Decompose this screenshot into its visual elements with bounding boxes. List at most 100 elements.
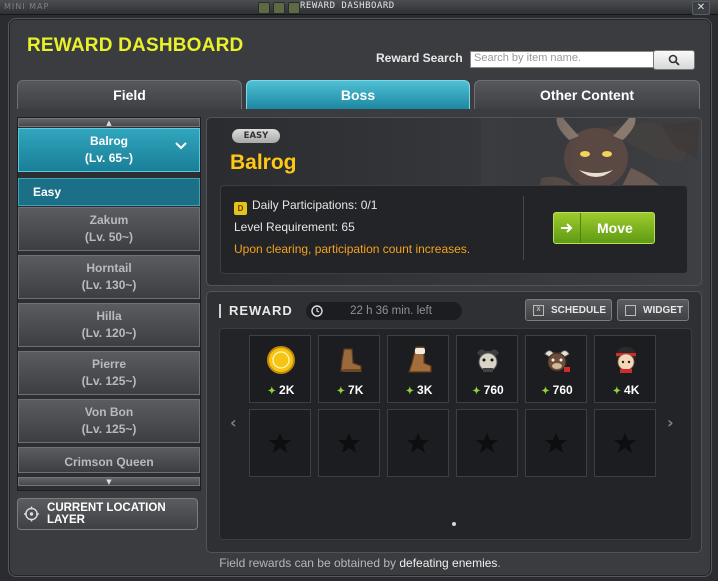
content-tabs: Field Boss Other Content [17,80,703,109]
difficulty-item-easy[interactable]: Easy [18,178,200,206]
boss-name: Pierre [91,357,127,371]
divider [523,196,524,260]
boss-item-crimson-queen[interactable]: Crimson Queen [18,447,200,473]
star-placeholder-icon [476,433,498,453]
reward-title: REWARD [219,304,293,318]
time-left-text: 22 h 36 min. left [350,305,432,317]
star-placeholder-icon [407,433,429,453]
reward-slot[interactable]: ✦ 760 [525,335,587,403]
reward-slot[interactable]: ✦ 760 [456,335,518,403]
widget-label: WIDGET [643,304,683,316]
search-button[interactable] [653,50,695,70]
widget-icon [625,304,636,316]
minimap-label: MINI MAP [4,2,50,11]
boss-list: ▲ Balrog (Lv. 65~) Easy Zakum (Lv. 50~) … [17,117,201,491]
star-placeholder-icon [338,433,360,453]
empty-reward-slot [525,409,587,477]
move-label: Move [597,220,633,236]
prev-page-arrow-icon[interactable]: ‹ [230,413,237,432]
next-page-arrow-icon[interactable]: › [667,413,674,432]
boss-level: (Lv. 125~) [81,422,137,436]
reward-slot[interactable]: ✦ 7K [318,335,380,403]
schedule-button[interactable]: X SCHEDULE [525,299,612,321]
boss-info-panel: EASY Balrog D Daily Participations: 0/1 L… [206,117,702,286]
window-icon[interactable] [273,2,285,14]
clear-note: Upon clearing, participation count incre… [234,242,471,256]
boss-details: D Daily Participations: 0/1 Level Require… [220,185,688,274]
boss-item-balrog[interactable]: Balrog (Lv. 65~) [18,128,200,172]
widget-button[interactable]: WIDGET [617,299,689,321]
gold-coin-icon [267,346,295,374]
reward-slot[interactable]: ✦ 3K [387,335,449,403]
boss-item-pierre[interactable]: Pierre (Lv. 125~) [18,351,200,395]
scroll-down-button[interactable]: ▼ [18,477,200,486]
search-icon [668,54,680,66]
empty-reward-slot [456,409,518,477]
boss-name: Zakum [89,213,129,227]
page-indicator-dot[interactable] [452,522,456,526]
close-button[interactable]: ✕ [692,1,710,15]
star-placeholder-icon [269,433,291,453]
boss-title: Balrog [230,151,297,174]
clock-icon [311,305,323,317]
boss-item-horntail[interactable]: Horntail (Lv. 130~) [18,255,200,299]
boss-level: (Lv. 65~) [84,151,134,165]
search-label: Reward Search [376,51,463,65]
level-requirement: Level Requirement: 65 [234,220,355,234]
boss-level: (Lv. 50~) [84,230,134,244]
reward-slot[interactable]: ✦ 4K [594,335,656,403]
window-icon[interactable] [258,2,270,14]
window-title: REWARD DASHBOARD [300,1,395,11]
tab-boss[interactable]: Boss [246,80,470,109]
empty-reward-slot [387,409,449,477]
crosshair-icon [24,506,40,522]
time-left: 22 h 36 min. left [306,302,462,320]
search-input[interactable]: Search by item name. [470,51,654,68]
schedule-label: SCHEDULE [551,304,607,316]
reward-quantity: ✦ 2K [267,383,295,397]
empty-reward-slot [318,409,380,477]
boss-item-zakum[interactable]: Zakum (Lv. 50~) [18,207,200,251]
brown-shoe-icon [340,348,362,372]
tab-field[interactable]: Field [17,80,242,109]
reward-quantity: ✦ 3K [405,383,433,397]
character-head-icon [616,347,636,373]
goat-mask-icon [477,349,499,372]
reward-quantity: ✦ 7K [336,383,364,397]
fur-boot-icon [408,346,432,373]
boss-level: (Lv. 130~) [81,278,137,292]
boss-item-hilla[interactable]: Hilla (Lv. 120~) [18,303,200,347]
reward-quantity: ✦ 760 [541,383,573,397]
move-button[interactable]: Move [553,212,655,244]
boss-name: Crimson Queen [64,455,154,469]
current-location-layer-button[interactable]: CURRENT LOCATION LAYER [17,498,198,530]
boss-name: Von Bon [84,405,134,419]
reward-slot[interactable]: ✦ 2K [249,335,311,403]
reward-quantity: ✦ 4K [612,383,640,397]
reward-panel: REWARD 22 h 36 min. left X SCHEDULE WIDGE… [206,291,702,553]
footer-highlight: defeating enemies [399,556,498,570]
daily-participations: D Daily Participations: 0/1 [234,198,377,215]
page-title: REWARD DASHBOARD [27,35,244,56]
boss-name: Balrog [89,134,128,148]
reward-quantity: ✦ 760 [472,383,504,397]
daily-icon: D [234,202,247,215]
footer-note: Field rewards can be obtained by defeati… [219,556,501,570]
scroll-up-button[interactable]: ▲ [18,118,200,127]
window-icon[interactable] [288,2,300,14]
star-placeholder-icon [614,433,636,453]
title-bar: MINI MAP REWARD DASHBOARD ✕ [0,0,718,15]
arrow-right-icon [554,213,581,243]
chevron-down-icon [175,142,187,150]
current-location-label: CURRENT LOCATION LAYER [47,502,166,526]
boss-name: Hilla [96,309,122,323]
daily-participations-text: Daily Participations: 0/1 [252,198,378,212]
boss-name: Horntail [86,261,132,275]
tab-other-content[interactable]: Other Content [474,80,700,109]
boss-item-von-bon[interactable]: Von Bon (Lv. 125~) [18,399,200,443]
empty-reward-slot [249,409,311,477]
empty-reward-slot [594,409,656,477]
reward-dashboard-window: REWARD DASHBOARD Reward Search Search by… [8,18,712,577]
difficulty-badge: EASY [232,129,280,143]
boss-level: (Lv. 120~) [81,326,137,340]
